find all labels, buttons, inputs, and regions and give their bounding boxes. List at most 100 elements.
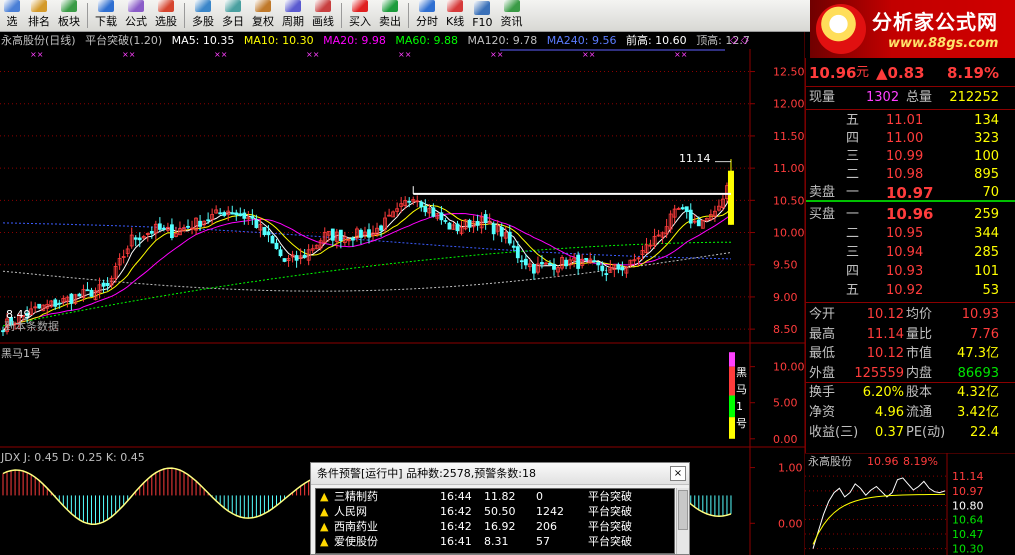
- ask-level-row[interactable]: 二 10.98 895: [806, 166, 1015, 184]
- close-button[interactable]: ×: [670, 466, 686, 481]
- candle-body: [359, 229, 363, 238]
- candle-body: [688, 209, 693, 224]
- ask-price: 11.00: [886, 131, 924, 146]
- blackhorse-tick-label: 10.00: [773, 361, 805, 374]
- stat-label: 换手: [809, 385, 836, 401]
- blackhorse-tick-label: 0.00: [773, 433, 798, 446]
- main-price-axis: 12.50 12.00 11.50 11.00 10.50 10.00 9.50 9.00 8.…: [750, 66, 805, 336]
- ask-level-row[interactable]: 三 10.99 100: [806, 148, 1015, 166]
- blackhorse-title[interactable]: 黑马1号: [1, 347, 41, 360]
- candle-body: [532, 263, 536, 274]
- bid-level: 三: [846, 245, 860, 260]
- bid-level-row[interactable]: 三 10.94 285: [806, 243, 1015, 262]
- candle-body: [499, 227, 504, 237]
- stat-label: 净资: [809, 405, 836, 420]
- alert-row[interactable]: ▲ 人民网 16:42 50.50 1242 平台突破: [316, 504, 674, 519]
- ask-level: 三: [846, 149, 860, 164]
- bid-level-row[interactable]: 五 10.92 53: [806, 281, 1015, 300]
- price-tick-label: 8.50: [773, 323, 798, 336]
- alert-row[interactable]: ▲ 三精制药 16:44 11.82 0 平台突破: [316, 489, 674, 504]
- ask-level: 五: [846, 113, 860, 128]
- total-volume-label: 总量: [906, 90, 933, 105]
- stat-row: 最高 11.14 量比 7.76: [806, 325, 1015, 344]
- bid-level-row[interactable]: 买盘一 10.96 259: [806, 205, 1015, 224]
- stat-label: 今开: [809, 307, 836, 322]
- stat-label: 最低: [809, 346, 836, 362]
- candle-body: [161, 227, 166, 230]
- ask-price: 11.01: [886, 113, 924, 128]
- mini-tick-label: 10.47: [952, 528, 984, 541]
- candle-body: [423, 206, 428, 213]
- now-volume-label: 现量: [809, 90, 836, 105]
- bid-level-row[interactable]: 二 10.95 344: [806, 224, 1015, 243]
- candle-body: [507, 231, 512, 244]
- blackhorse-side-char: 1: [736, 400, 743, 413]
- bid-level: 一: [846, 207, 860, 222]
- candle-body: [467, 219, 472, 228]
- bid-level: 二: [846, 226, 860, 241]
- candle-body: [431, 207, 436, 217]
- candle-body: [519, 260, 524, 263]
- blackhorse-tick-label: 5.00: [773, 397, 798, 410]
- diamond-marker-icon[interactable]: ◇: [730, 35, 738, 46]
- ask-level-row[interactable]: 四 11.00 323: [806, 130, 1015, 148]
- stat-row: 净资 4.96 流通 3.42亿: [806, 403, 1015, 422]
- alert-row[interactable]: ▲ 爱使股份 16:41 8.31 57 平台突破: [316, 534, 674, 549]
- price-tick-label: 9.50: [773, 259, 798, 272]
- candle-body: [101, 282, 106, 287]
- candle-body: [523, 258, 528, 266]
- alert-up-arrow-icon: ▲: [320, 490, 329, 503]
- alert-up-arrow-icon: ▲: [320, 520, 329, 533]
- ma20-line: [2, 212, 732, 332]
- stat-value: 4.32亿: [957, 385, 999, 401]
- alert-stock-name: 人民网: [334, 505, 367, 518]
- candle-body: [222, 212, 227, 216]
- stat-value: 125559: [854, 365, 904, 381]
- stat-row: 今开 10.12 均价 10.93: [806, 305, 1015, 324]
- candle-body: [447, 222, 452, 230]
- candle-body: [198, 220, 202, 227]
- volume-row: 现量 1302 总量 212252: [806, 88, 1015, 108]
- candle-body: [604, 273, 609, 276]
- stat-row: 换手 6.20% 股本 4.32亿: [806, 382, 1015, 402]
- alert-row[interactable]: ▲ 西南药业 16:42 16.92 206 平台突破: [316, 519, 674, 534]
- candle-body: [439, 212, 444, 221]
- candle-body: [596, 262, 601, 266]
- trading-app: 选排名 板块 下载 公式 选股 多股 多日 复权 周期 画线 买入 卖出 分时 K线 F10 资讯 分析家公式…: [0, 0, 1015, 555]
- total-volume: 212252: [949, 90, 999, 105]
- alert-list[interactable]: ▲ 三精制药 16:44 11.82 0 平台突破 ▲ 人民网 16:42 50.50 1242 平台…: [315, 488, 675, 554]
- bid-level-row[interactable]: 四 10.93 101: [806, 262, 1015, 281]
- candle-body: [85, 289, 90, 292]
- scroll-thumb[interactable]: [678, 490, 688, 530]
- candle-body: [254, 219, 259, 228]
- alert-titlebar[interactable]: 条件预警[运行中] 品种数:2578,预警条数:18 ×: [311, 463, 689, 485]
- buy-label: 买盘: [809, 207, 836, 222]
- candle-body: [105, 282, 110, 286]
- candle-body: [218, 212, 223, 215]
- blackhorse-side-char: 黑: [736, 366, 747, 379]
- alert-scrollbar[interactable]: [676, 488, 689, 554]
- ask-price: 10.98: [886, 167, 924, 182]
- bid-price: 10.94: [886, 245, 924, 260]
- kdj-axis: 1.00 0.00: [750, 462, 803, 530]
- marker-icon[interactable]: ◇: [741, 35, 749, 46]
- ask-level-row[interactable]: 五 11.01 134: [806, 112, 1015, 130]
- candle-body: [278, 249, 283, 257]
- condition-alert-window[interactable]: 条件预警[运行中] 品种数:2578,预警条数:18 × ▲ 三精制药 16:44 1…: [310, 462, 690, 555]
- alert-stock-name: 爱使股份: [334, 535, 378, 548]
- candle-body: [680, 207, 685, 210]
- bid-volume: 259: [974, 207, 999, 222]
- stat-label: 均价: [906, 307, 933, 322]
- stat-value: 7.76: [970, 326, 999, 342]
- candle-body: [584, 257, 589, 261]
- ask-price: 10.99: [886, 149, 924, 164]
- stat-value: 22.4: [970, 424, 999, 440]
- mini-intraday-chart[interactable]: 永高股份 10.96 8.19% 11.14 10.97 10.8010.64 10.…: [805, 453, 1015, 555]
- mini-pct: 8.19%: [903, 455, 938, 468]
- blackhorse-marks: 黑马 1 号: [729, 352, 747, 439]
- mini-stock-name: 永高股份: [808, 454, 852, 468]
- candle-body: [616, 264, 621, 270]
- kdj-label[interactable]: JDX J: 0.45 D: 0.25 K: 0.45: [0, 451, 145, 464]
- signal-marker-icon: ××: [30, 50, 43, 59]
- stat-label: 收益(三): [809, 424, 859, 440]
